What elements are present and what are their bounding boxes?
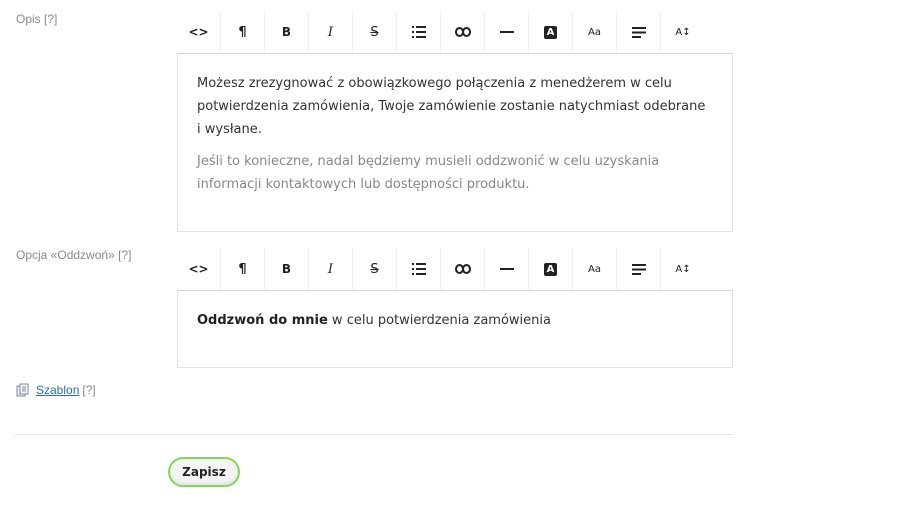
save-button[interactable]: Zapisz — [168, 457, 240, 487]
line-height-icon: A↕ — [675, 263, 691, 275]
strikethrough-icon: S — [370, 261, 379, 277]
font-size-button[interactable]: Aa — [573, 248, 617, 290]
code-view-button[interactable]: <> — [177, 248, 221, 290]
callback-rest-text: w celu potwierdzenia zamówienia — [327, 313, 551, 328]
bold-button[interactable]: B — [265, 11, 309, 53]
link-icon — [454, 264, 471, 274]
horizontal-rule-button[interactable] — [485, 11, 529, 53]
callback-text: Oddzwoń do mnie w celu potwierdzenia zam… — [197, 309, 713, 332]
italic-icon: I — [327, 24, 334, 40]
horizontal-rule-icon — [499, 31, 514, 33]
list-icon — [411, 26, 426, 38]
strikethrough-button[interactable]: S — [353, 11, 397, 53]
callback-label: Opcja «Oddzwoń» [?] — [16, 248, 131, 262]
font-size-button[interactable]: Aa — [573, 11, 617, 53]
callback-label-text: Opcja «Oddzwoń» — [16, 248, 115, 262]
divider — [14, 434, 733, 435]
align-button[interactable] — [617, 248, 661, 290]
highlight-icon: A — [544, 262, 557, 276]
callback-bold-text: Oddzwoń do mnie — [197, 313, 328, 328]
link-button[interactable] — [441, 11, 485, 53]
paragraph-button[interactable]: ¶ — [221, 248, 265, 290]
line-height-icon: A↕ — [675, 26, 691, 38]
callback-help[interactable]: [?] — [118, 248, 131, 262]
description-label: Opis [?] — [16, 12, 57, 26]
strikethrough-icon: S — [370, 24, 379, 40]
italic-button[interactable]: I — [309, 11, 353, 53]
description-label-text: Opis — [16, 12, 41, 26]
bold-icon: B — [281, 262, 292, 276]
editor-toolbar: <> ¶ B I S A Aa A↕ — [177, 248, 733, 291]
code-icon: <> — [188, 25, 209, 39]
italic-icon: I — [327, 261, 334, 277]
highlight-button[interactable]: A — [529, 248, 573, 290]
bold-icon: B — [281, 25, 292, 39]
paragraph-icon: ¶ — [238, 24, 247, 40]
description-content[interactable]: Możesz zrezygnować z obowiązkowego połąc… — [177, 54, 733, 232]
strikethrough-button[interactable]: S — [353, 248, 397, 290]
template-link[interactable]: Szablon — [36, 383, 79, 397]
font-size-icon: Aa — [588, 263, 601, 275]
callback-content[interactable]: Oddzwoń do mnie w celu potwierdzenia zam… — [177, 291, 733, 368]
font-size-icon: Aa — [588, 26, 601, 38]
paragraph-button[interactable]: ¶ — [221, 11, 265, 53]
line-height-button[interactable]: A↕ — [661, 248, 705, 290]
list-button[interactable] — [397, 248, 441, 290]
list-button[interactable] — [397, 11, 441, 53]
link-button[interactable] — [441, 248, 485, 290]
align-left-icon — [631, 263, 646, 275]
align-left-icon — [631, 26, 646, 38]
bold-button[interactable]: B — [265, 248, 309, 290]
horizontal-rule-button[interactable] — [485, 248, 529, 290]
highlight-icon: A — [544, 25, 557, 39]
horizontal-rule-icon — [499, 268, 514, 270]
description-paragraph-2: Jeśli to konieczne, nadal będziemy musie… — [197, 154, 660, 192]
align-button[interactable] — [617, 11, 661, 53]
template-row: Szablon [?] — [16, 383, 96, 397]
paragraph-icon: ¶ — [238, 261, 247, 277]
list-icon — [411, 263, 426, 275]
editor-toolbar: <> ¶ B I S A Aa A↕ — [177, 11, 733, 54]
code-view-button[interactable]: <> — [177, 11, 221, 53]
code-icon: <> — [188, 262, 209, 276]
line-height-button[interactable]: A↕ — [661, 11, 705, 53]
template-help[interactable]: [?] — [82, 383, 95, 397]
document-copy-icon — [16, 383, 29, 397]
italic-button[interactable]: I — [309, 248, 353, 290]
description-help[interactable]: [?] — [44, 12, 57, 26]
highlight-button[interactable]: A — [529, 11, 573, 53]
description-paragraph-1: Możesz zrezygnować z obowiązkowego połąc… — [197, 76, 706, 137]
link-icon — [454, 27, 471, 37]
description-editor: <> ¶ B I S A Aa A↕ Możesz zrezygnować z … — [177, 11, 733, 232]
callback-editor: <> ¶ B I S A Aa A↕ Oddzwoń do mnie w cel… — [177, 248, 733, 368]
